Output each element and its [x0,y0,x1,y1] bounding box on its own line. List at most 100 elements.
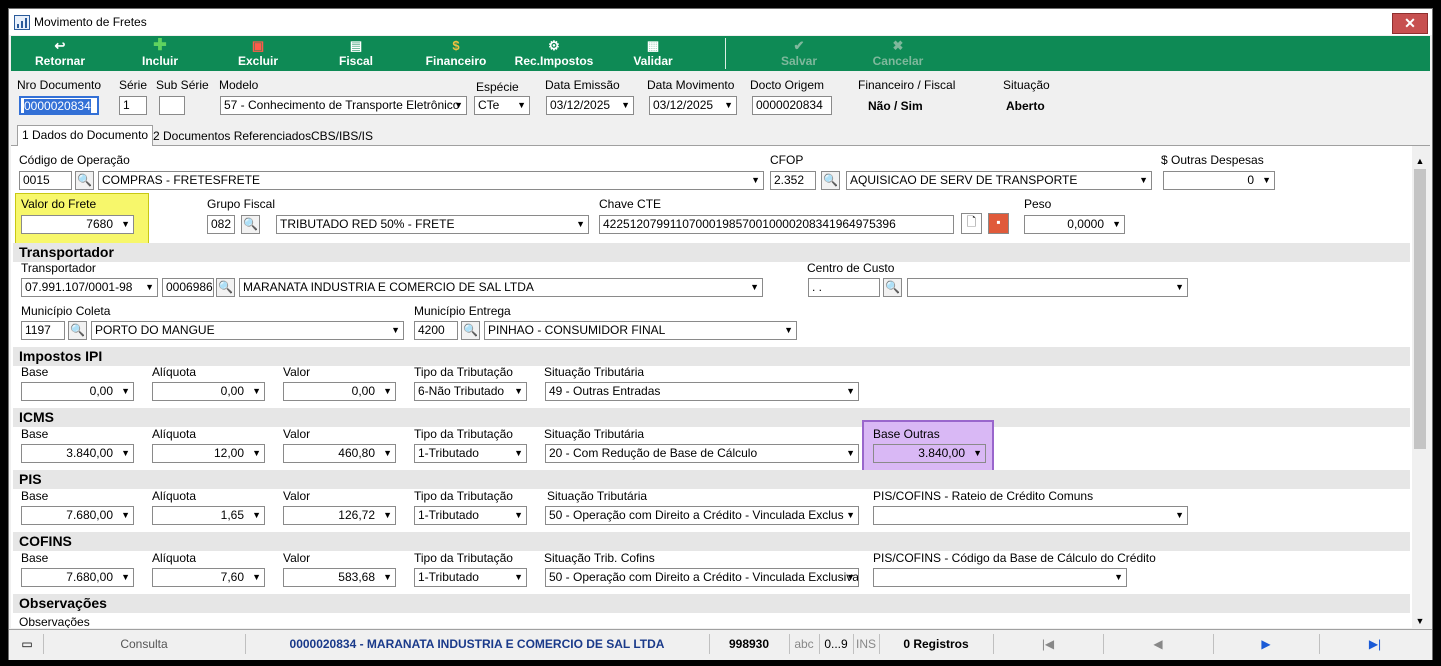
serie-label: Série [119,78,148,92]
icms-tipo-select[interactable]: 1-Tributado ▼ [414,444,527,463]
cancelar-button[interactable]: ✖ Cancelar [867,36,929,71]
codigo-operacao-label: Código de Operação [19,153,130,167]
dropdown-arrow-icon: ▼ [121,386,130,396]
transportador-codigo-input[interactable]: 0006986 [162,278,214,297]
docto-origem-input[interactable]: 0000020834 [752,96,832,115]
financeiro-button[interactable]: $ Financeiro [423,36,489,71]
dropdown-arrow-icon: ▼ [514,386,523,396]
next-record-icon[interactable]: ▶ [1213,634,1318,654]
vertical-scrollbar[interactable]: ▲ ▼ [1412,154,1428,628]
tab-dados-documento[interactable]: 1 Dados do Documento [17,125,154,147]
pis-tipo-label: Tipo da Tributação [414,489,513,503]
close-button[interactable]: ✕ [1392,13,1428,34]
icms-base-outras-input[interactable]: 3.840,00 ▼ [873,444,986,463]
dropdown-arrow-icon: ▼ [121,572,130,582]
previous-record-icon[interactable]: ◀ [1103,634,1212,654]
cofins-base-input[interactable]: 7.680,00 ▼ [21,568,134,587]
search-icon[interactable]: 🔍 [461,321,480,340]
municipio-coleta-select[interactable]: PORTO DO MANGUE ▼ [91,321,404,340]
tab-documentos-referenciados[interactable]: 2 Documentos Referenciados [149,127,315,145]
icms-situacao-select[interactable]: 20 - Com Redução de Base de Cálculo ▼ [545,444,859,463]
centro-custo-input[interactable]: . . [808,278,880,297]
window-title: Movimento de Fretes [34,15,147,29]
search-icon[interactable]: 🔍 [821,171,840,190]
pdf-icon[interactable]: ▪ [988,213,1009,234]
fiscal-button[interactable]: ▤ Fiscal [333,36,379,71]
pis-situacao-select[interactable]: 50 - Operação com Direito a Crédito - Vi… [545,506,859,525]
pis-tipo-select[interactable]: 1-Tributado ▼ [414,506,527,525]
pis-rateio-select[interactable]: ▼ [873,506,1188,525]
financeiro-fiscal-value: Não / Sim [868,99,923,113]
tab-cbs-ibs-is[interactable]: CBS/IBS/IS [307,127,377,145]
icms-valor-input[interactable]: 460,80 ▼ [283,444,396,463]
dropdown-arrow-icon: ▼ [621,100,630,110]
ipi-valor-input[interactable]: 0,00 ▼ [283,382,396,401]
search-icon[interactable]: 🔍 [241,215,260,234]
chave-cte-input[interactable]: 4225120799110700019857001000020834196497… [599,215,954,234]
dropdown-arrow-icon: ▼ [576,219,585,229]
grupo-fiscal-select[interactable]: TRIBUTADO RED 50% - FRETE ▼ [276,215,589,234]
grupo-fiscal-input[interactable]: 082 [207,215,235,234]
ipi-situacao-label: Situação Tributária [544,365,645,379]
retornar-button[interactable]: ↩ Retornar [29,36,91,71]
especie-select[interactable]: CTe ▼ [474,96,530,115]
validar-button[interactable]: ▦ Validar [625,36,681,71]
dropdown-arrow-icon: ▼ [1175,510,1184,520]
cofins-tipo-select[interactable]: 1-Tributado ▼ [414,568,527,587]
document-search-icon[interactable]: 🗋 [961,213,982,234]
last-record-icon[interactable]: ▶| [1319,634,1430,654]
scrollbar-thumb[interactable] [1414,169,1426,449]
data-movimento-input[interactable]: 03/12/2025 ▼ [649,96,737,115]
pis-section-header: PIS [13,470,1410,489]
data-emissao-input[interactable]: 03/12/2025 ▼ [546,96,634,115]
codigo-operacao-input[interactable]: 0015 [19,171,72,190]
cfop-input[interactable]: 2.352 [770,171,816,190]
salvar-button[interactable]: ✔ Salvar [769,36,829,71]
peso-input[interactable]: 0,0000 ▼ [1024,215,1125,234]
municipio-coleta-codigo[interactable]: 1197 [21,321,65,340]
search-icon[interactable]: 🔍 [68,321,87,340]
icms-base-label: Base [21,427,49,441]
excluir-button[interactable]: ▣ Excluir [233,36,283,71]
cofins-base-label: Base [21,551,49,565]
scroll-down-icon[interactable]: ▼ [1412,614,1428,628]
cfop-select[interactable]: AQUISICAO DE SERV DE TRANSPORTE ▼ [846,171,1152,190]
dropdown-arrow-icon: ▼ [1139,175,1148,185]
modelo-select[interactable]: 57 - Conhecimento de Transporte Eletrôni… [220,96,467,115]
rec-impostos-button[interactable]: ⚙ Rec.Impostos [511,36,597,71]
pis-base-input[interactable]: 7.680,00 ▼ [21,506,134,525]
dropdown-arrow-icon: ▼ [846,448,855,458]
first-record-icon[interactable]: |◀ [993,634,1102,654]
ipi-situacao-select[interactable]: 49 - Outras Entradas ▼ [545,382,859,401]
search-icon[interactable]: 🔍 [883,278,902,297]
valor-frete-input[interactable]: 7680 ▼ [21,215,134,234]
sub-serie-input[interactable] [159,96,185,115]
transportador-nome-select[interactable]: MARANATA INDUSTRIA E COMERCIO DE SAL LTD… [239,278,763,297]
centro-custo-select[interactable]: ▼ [907,278,1188,297]
nro-documento-input[interactable]: 0000020834 [19,96,99,115]
search-icon[interactable]: 🔍 [216,278,235,297]
cofins-situacao-select[interactable]: 50 - Operação com Direito a Crédito - Vi… [545,568,859,587]
pis-valor-input[interactable]: 126,72 ▼ [283,506,396,525]
dropdown-arrow-icon: ▼ [383,386,392,396]
ipi-aliquota-input[interactable]: 0,00 ▼ [152,382,265,401]
search-icon[interactable]: 🔍 [75,171,94,190]
municipio-entrega-select[interactable]: PINHAO - CONSUMIDOR FINAL ▼ [484,321,797,340]
transportador-cnpj-select[interactable]: 07.991.107/0001-98 ▼ [21,278,158,297]
incluir-button[interactable]: ✚ Incluir [135,36,185,71]
operacao-select[interactable]: COMPRAS - FRETESFRETE ▼ [98,171,764,190]
scroll-up-icon[interactable]: ▲ [1412,154,1428,168]
status-bar: ▭ Consulta 0000020834 - MARANATA INDUSTR… [9,629,1432,660]
pis-aliquota-input[interactable]: 1,65 ▼ [152,506,265,525]
icms-base-input[interactable]: 3.840,00 ▼ [21,444,134,463]
dropdown-arrow-icon: ▼ [121,448,130,458]
cofins-codigo-base-select[interactable]: ▼ [873,568,1127,587]
icms-aliquota-input[interactable]: 12,00 ▼ [152,444,265,463]
ipi-base-input[interactable]: 0,00 ▼ [21,382,134,401]
municipio-entrega-codigo[interactable]: 4200 [414,321,458,340]
cofins-valor-input[interactable]: 583,68 ▼ [283,568,396,587]
cofins-aliquota-input[interactable]: 7,60 ▼ [152,568,265,587]
outras-despesas-input[interactable]: 0 ▼ [1163,171,1275,190]
ipi-tipo-select[interactable]: 6-Não Tributado ▼ [414,382,527,401]
serie-input[interactable]: 1 [119,96,147,115]
